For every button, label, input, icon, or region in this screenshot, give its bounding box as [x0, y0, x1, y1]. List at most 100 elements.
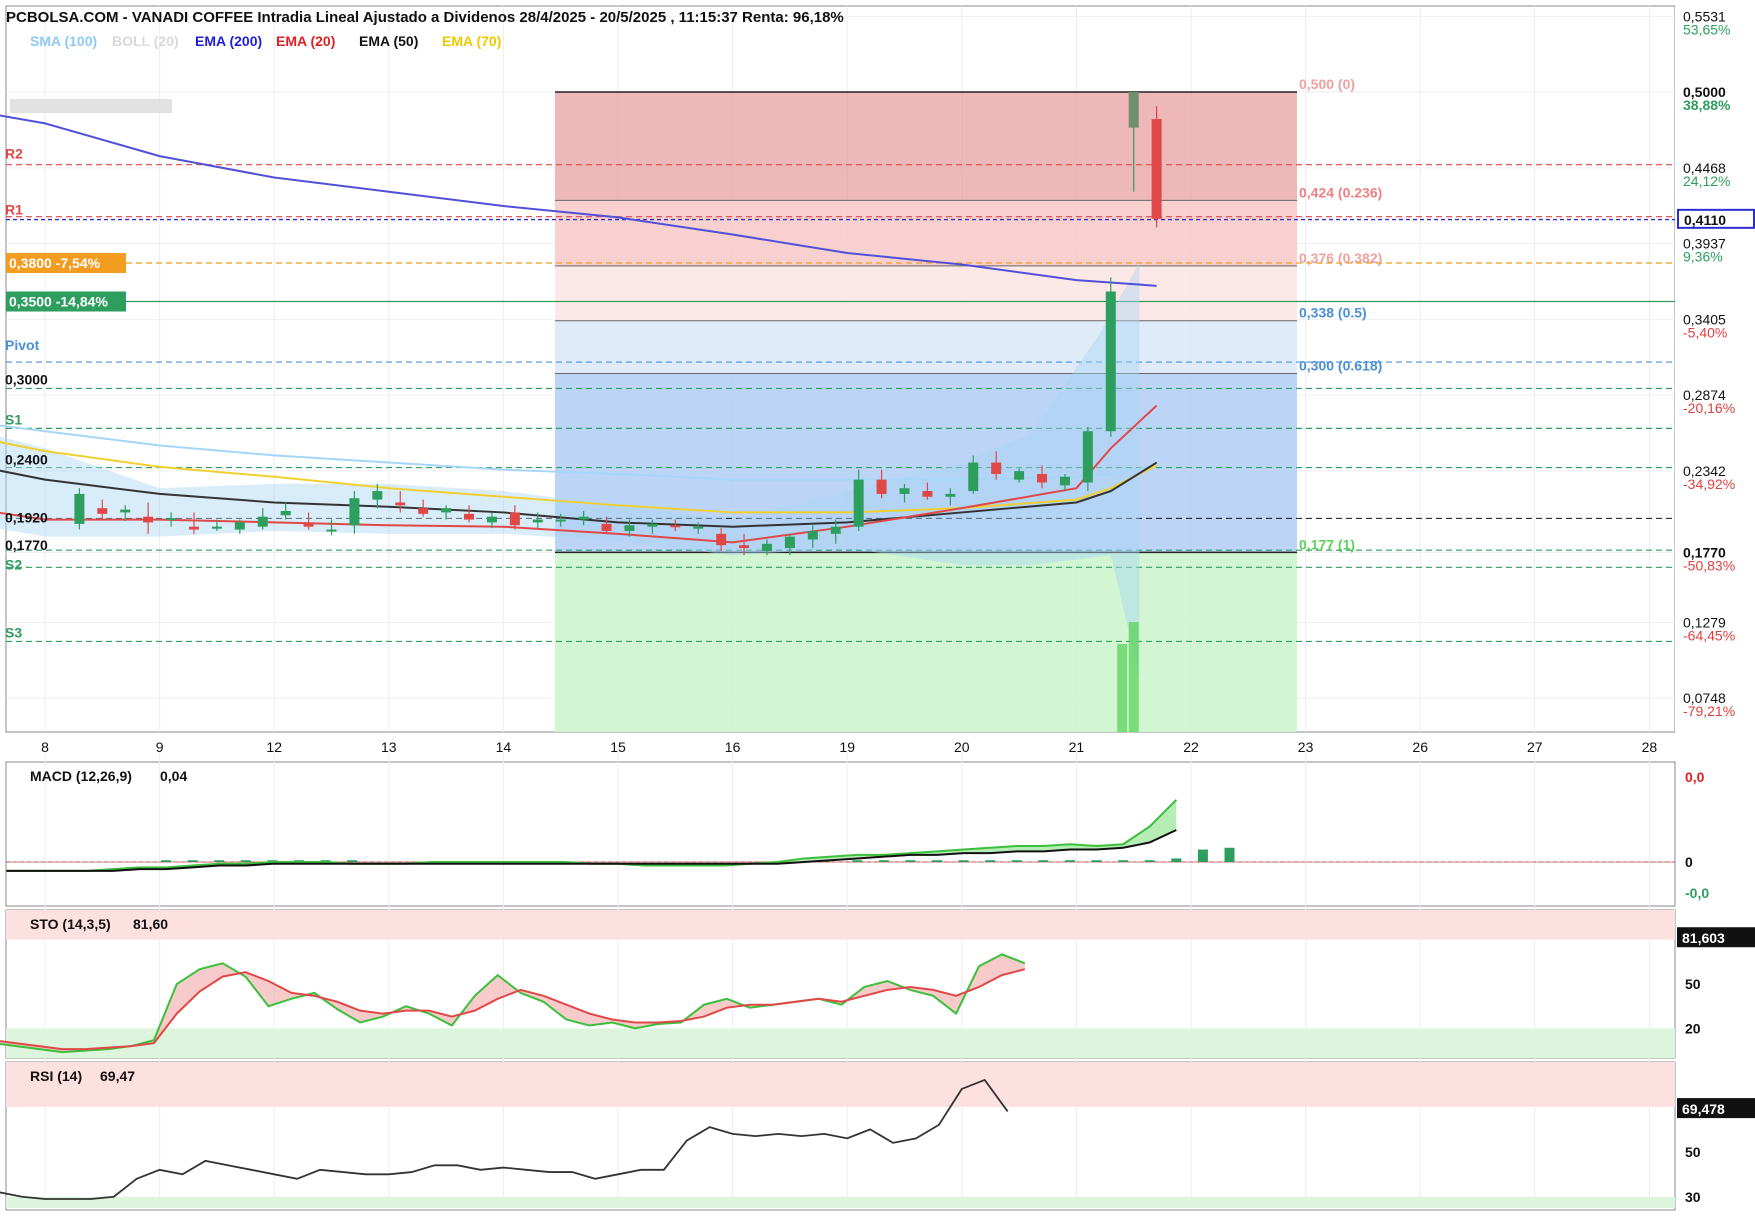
macd-hist-bar — [1011, 860, 1022, 862]
macd-hist-bar — [1171, 858, 1182, 862]
candle-body — [486, 516, 497, 523]
candle-body — [922, 491, 933, 497]
rsi-overbought-zone — [6, 1062, 1675, 1107]
chart-canvas[interactable]: 0,500 (0)0,424 (0.236)0,376 (0.382)0,338… — [0, 0, 1755, 1214]
percent-tick: -34,92% — [1683, 476, 1735, 492]
candle-body — [166, 518, 177, 521]
candle-body — [1037, 473, 1048, 483]
percent-tick: -50,83% — [1683, 557, 1735, 573]
x-axis-label: 19 — [839, 739, 855, 755]
grey-box — [10, 99, 172, 113]
legend-ema200: EMA (200) — [195, 33, 262, 49]
x-axis-label: 23 — [1298, 739, 1314, 755]
candle-body — [74, 493, 85, 524]
fib-label: 0,424 (0.236) — [1299, 184, 1382, 200]
macd-hist-bar — [1091, 860, 1102, 862]
s3-label: S3 — [5, 624, 22, 640]
candle-body — [280, 511, 291, 516]
legend-ema20: EMA (20) — [276, 33, 335, 49]
candle-body — [211, 526, 222, 529]
candle-body — [716, 533, 727, 546]
fib-zone-236-382 — [555, 200, 1297, 266]
candle-body — [257, 516, 268, 527]
x-axis-label: 20 — [954, 739, 970, 755]
s1-value-label: 0,2400 — [5, 452, 48, 468]
x-axis-label: 9 — [156, 739, 164, 755]
fib-zone-0-236 — [555, 92, 1297, 201]
pivot-label: Pivot — [5, 337, 40, 353]
x-axis-label: 14 — [496, 739, 512, 755]
candle-body — [1151, 119, 1162, 219]
macd-hist-bar — [214, 860, 225, 862]
s1-label: S1 — [5, 411, 22, 427]
percent-tick: -79,21% — [1683, 703, 1735, 719]
r1-label: R1 — [5, 202, 23, 218]
alert-label: 0,3500 -14,84% — [9, 294, 108, 310]
x-axis-label: 13 — [381, 739, 397, 755]
legend-boll20: BOLL (20) — [112, 33, 179, 49]
candle-body — [120, 509, 131, 513]
rsi-oversold-zone — [6, 1196, 1675, 1208]
candle-body — [509, 512, 520, 526]
sto-tick: 20 — [1685, 1020, 1701, 1036]
candle-body — [97, 508, 108, 514]
macd-hist-bar — [985, 860, 996, 862]
x-axis-label: 27 — [1527, 739, 1543, 755]
candle-body — [441, 508, 452, 513]
sto-current-label: 81,603 — [1682, 930, 1725, 946]
percent-tick: 9,36% — [1683, 249, 1723, 265]
x-axis-label: 15 — [610, 739, 626, 755]
macd-hist-bar — [1224, 847, 1235, 862]
candle-body — [326, 529, 337, 532]
fib-zone-5-618 — [555, 320, 1297, 374]
rsi-title: RSI (14) — [30, 1068, 82, 1084]
rsi-current-label: 69,478 — [1682, 1101, 1725, 1117]
sto-oversold-zone — [6, 1028, 1675, 1058]
candle-body — [1128, 92, 1139, 128]
rsi-tick: 50 — [1685, 1144, 1701, 1160]
macd-hist-bar — [161, 860, 172, 862]
rsi-value: 69,47 — [100, 1068, 135, 1084]
candle-body — [1014, 471, 1025, 480]
candle-body — [739, 545, 750, 549]
percent-tick: 53,65% — [1683, 21, 1730, 37]
candle-body — [418, 508, 429, 514]
candle-body — [1082, 431, 1093, 483]
percent-tick: 24,12% — [1683, 173, 1730, 189]
macd-title: MACD (12,26,9) — [30, 768, 132, 784]
candle-body — [670, 525, 681, 528]
left-0192-label: 0,1920 — [5, 509, 48, 525]
candle-body — [555, 519, 566, 522]
percent-tick: -64,45% — [1683, 627, 1735, 643]
candle-body — [395, 502, 406, 506]
percent-tick: 38,88% — [1683, 97, 1731, 113]
macd-hist-bar — [1064, 860, 1075, 862]
candle-body — [647, 523, 658, 527]
macd-hist-bar — [958, 860, 969, 862]
stock-chart[interactable]: 0,500 (0) 0,424 (0.236) 0,376 (0.382) 0,338… — [0, 0, 1755, 1214]
fib-label: 0,500 (0) — [1299, 76, 1355, 92]
candle-body — [372, 491, 383, 500]
macd-tick: 0,0 — [1685, 769, 1705, 785]
sto-overbought-zone — [6, 910, 1675, 940]
volume-bar — [1128, 622, 1139, 732]
candle-body — [807, 530, 818, 540]
macd-hist-bar — [347, 860, 358, 862]
candle-body — [464, 513, 475, 520]
rsi-tick: 30 — [1685, 1189, 1701, 1205]
percent-tick: -5,40% — [1683, 324, 1727, 340]
candle-body — [532, 519, 543, 523]
x-axis-label: 8 — [41, 739, 49, 755]
macd-tick: 0 — [1685, 854, 1693, 870]
s2-label: S2 — [5, 556, 22, 572]
legend-ema50: EMA (50) — [359, 33, 418, 49]
candle-body — [899, 488, 910, 494]
candle-body — [830, 526, 841, 534]
fib-label: 0,338 (0.5) — [1299, 305, 1367, 321]
candle-body — [945, 493, 956, 497]
macd-hist-bar — [852, 860, 863, 862]
volume-bar — [1117, 644, 1128, 732]
x-axis-label: 22 — [1183, 739, 1199, 755]
macd-value: 0,04 — [160, 768, 187, 784]
candle-body — [188, 526, 199, 530]
